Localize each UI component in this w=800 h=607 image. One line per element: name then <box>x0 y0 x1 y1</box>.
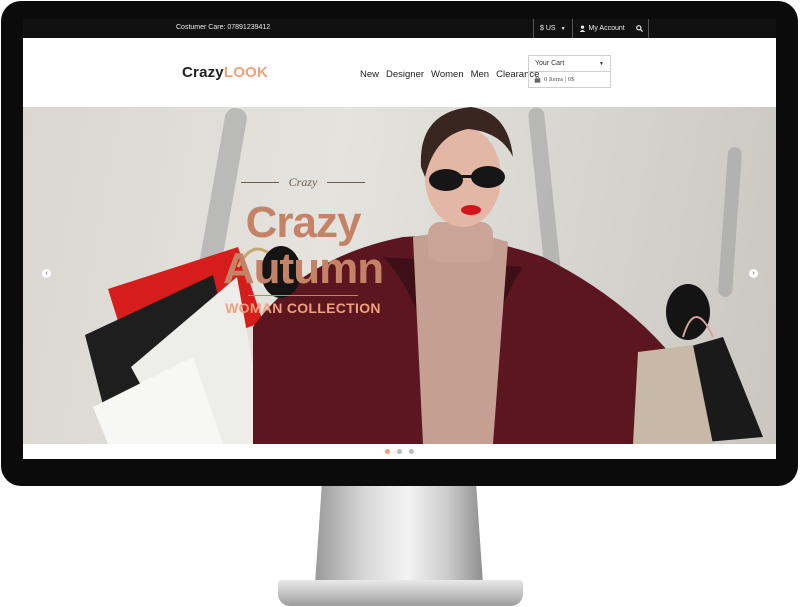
nav-new[interactable]: New <box>360 69 379 80</box>
search-button[interactable] <box>631 25 648 32</box>
decor-line <box>248 295 358 296</box>
hero-small-title-text: Crazy <box>288 175 318 189</box>
customer-care-text: Costumer Care: 07891239412 <box>176 24 271 31</box>
currency-label: $ US <box>540 25 556 32</box>
slider-dots <box>23 444 776 459</box>
hero-title-line-2: Autumn <box>222 244 384 293</box>
cart-summary-text: 0 Items | 0$ <box>544 76 575 83</box>
hero-title-line-1: Crazy <box>245 198 362 247</box>
hero-caption: Crazy Crazy Autumn WOMAN COLLECTION <box>203 175 403 316</box>
slider-dot-3[interactable] <box>409 449 414 454</box>
cart-select[interactable]: Your Cart ▼ <box>528 55 611 72</box>
monitor-stand-base <box>278 580 523 606</box>
site-logo[interactable]: CrazyLOOK <box>182 64 268 81</box>
cart-select-label: Your Cart <box>535 60 565 67</box>
cart-summary[interactable]: 0 Items | 0$ <box>528 72 611 88</box>
logo-part-1: Crazy <box>182 64 224 81</box>
slider-dot-1[interactable] <box>385 449 390 454</box>
nav-men[interactable]: Men <box>471 69 489 80</box>
top-bar-right: $ US ▼ My Account <box>533 19 649 38</box>
divider <box>647 19 649 38</box>
caret-down-icon: ▼ <box>599 60 604 67</box>
arrow-left-icon[interactable]: ‹ <box>42 269 51 278</box>
slider-dot-2[interactable] <box>397 449 402 454</box>
user-icon <box>579 25 585 32</box>
top-bar: Costumer Care: 07891239412 $ US ▼ My Acc… <box>23 19 776 38</box>
site-header: CrazyLOOK New Designer Women Men Clearan… <box>23 38 776 107</box>
my-account-link[interactable]: My Account <box>573 25 631 32</box>
hero-slider: Crazy Crazy Autumn WOMAN COLLECTION ‹ › <box>23 107 776 444</box>
website-screen: Costumer Care: 07891239412 $ US ▼ My Acc… <box>23 19 776 459</box>
hero-small-title: Crazy <box>203 175 403 190</box>
main-nav: New Designer Women Men Clearance <box>360 69 539 80</box>
cart-widget: Your Cart ▼ 0 Items | 0$ <box>528 55 611 88</box>
hero-collection-label: WOMAN COLLECTION <box>225 300 381 316</box>
decor-line <box>327 182 366 183</box>
bag-icon <box>534 76 541 83</box>
caret-down-icon: ▼ <box>560 25 566 32</box>
nav-women[interactable]: Women <box>431 69 464 80</box>
nav-designer[interactable]: Designer <box>386 69 424 80</box>
logo-part-2: LOOK <box>223 64 268 81</box>
arrow-right-icon[interactable]: › <box>749 269 758 278</box>
currency-selector[interactable]: $ US ▼ <box>534 25 572 32</box>
decor-line <box>240 182 279 183</box>
search-icon <box>635 25 643 32</box>
my-account-label: My Account <box>588 25 625 32</box>
monitor-stand-neck <box>315 486 483 584</box>
